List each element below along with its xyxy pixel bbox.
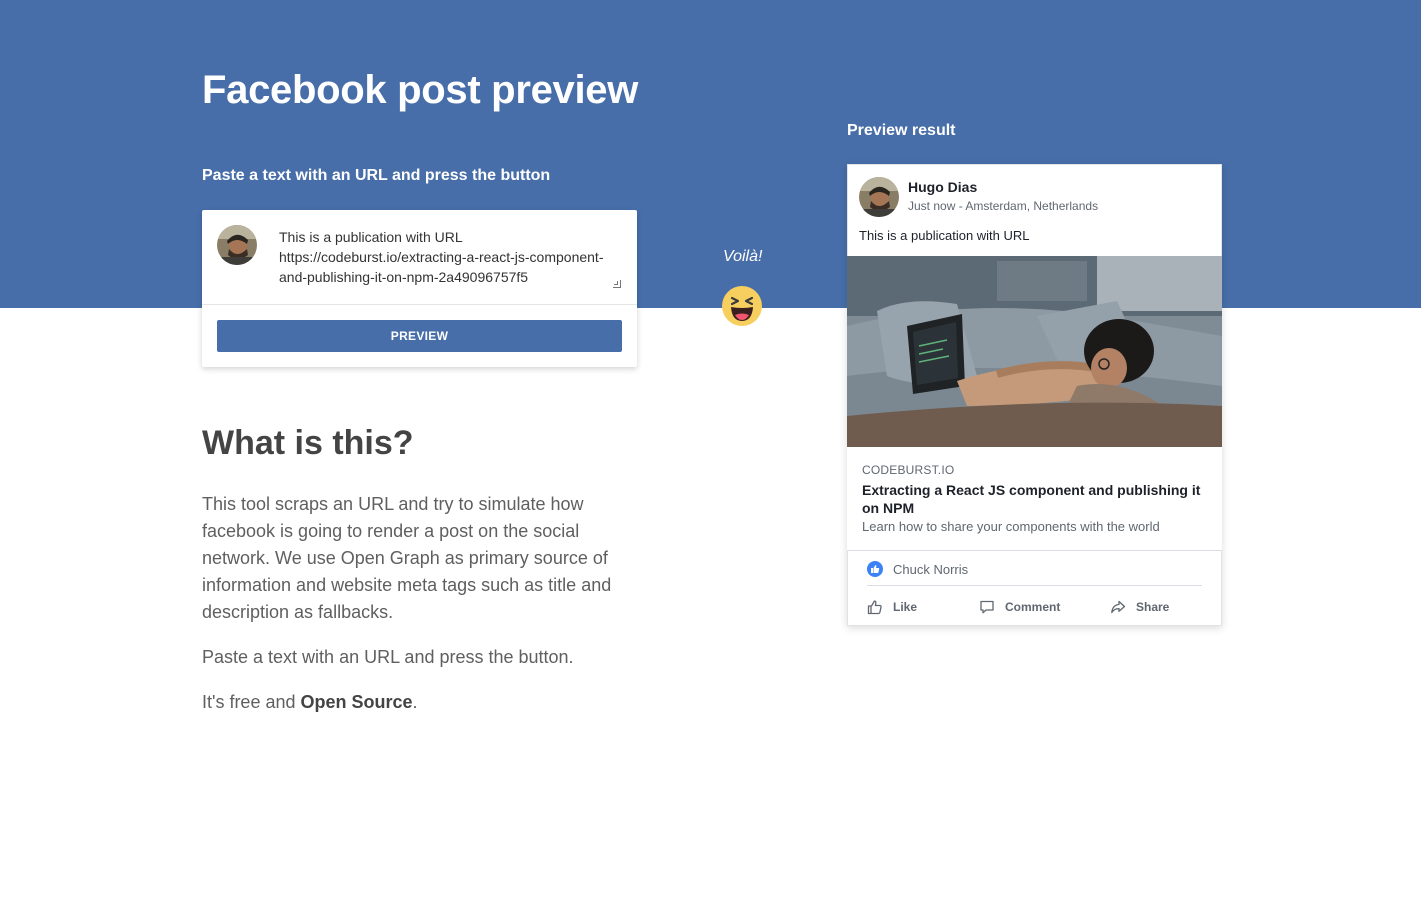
laughing-emoji-icon [722, 286, 762, 326]
open-source-link[interactable]: Open Source [301, 692, 413, 712]
likes-row[interactable]: Chuck Norris [867, 559, 968, 579]
textarea-resize-handle[interactable] [613, 280, 621, 288]
thumbs-up-icon [867, 600, 882, 615]
instructions-paragraph: Paste a text with an URL and press the b… [202, 647, 574, 667]
description-paragraph: This tool scraps an URL and try to simul… [202, 494, 612, 622]
link-description: Learn how to share your components with … [862, 519, 1160, 534]
post-text: This is a publication with URL [859, 228, 1030, 243]
preview-result-label: Preview result [847, 122, 956, 139]
link-title[interactable]: Extracting a React JS component and publ… [862, 481, 1212, 517]
actions-divider [867, 585, 1202, 586]
facebook-post-preview: Hugo Dias Just now - Amsterdam, Netherla… [847, 164, 1222, 626]
author-name[interactable]: Hugo Dias [908, 179, 977, 195]
share-icon [1111, 600, 1126, 614]
user-avatar [217, 225, 257, 265]
likes-name: Chuck Norris [893, 561, 969, 577]
like-button[interactable]: Like [867, 593, 917, 621]
comment-icon [980, 600, 994, 614]
post-meta: Just now - Amsterdam, Netherlands [908, 199, 1099, 213]
share-button[interactable]: Share [1110, 593, 1169, 621]
link-preview-image[interactable] [847, 256, 1222, 447]
instructions-subtitle: Paste a text with an URL and press the b… [202, 167, 551, 184]
author-avatar [859, 177, 899, 217]
link-preview[interactable]: CODEBURST.IO Extracting a React JS compo… [847, 447, 1222, 550]
comment-label: Comment [1005, 600, 1061, 614]
voila-label: Voilà! [723, 248, 763, 265]
post-text-input[interactable]: This is a publication with URL https://c… [279, 227, 623, 289]
share-label: Share [1136, 600, 1170, 614]
like-label: Like [893, 600, 918, 614]
page-title: Facebook post preview [202, 68, 639, 112]
like-badge-icon [867, 561, 883, 577]
open-source-prefix: It's free and [202, 692, 301, 712]
open-source-paragraph: It's free and Open Source. [202, 689, 642, 716]
comment-button[interactable]: Comment [979, 593, 1060, 621]
preview-button[interactable]: PREVIEW [217, 320, 622, 352]
input-card: This is a publication with URL https://c… [202, 210, 637, 367]
open-source-suffix: . [412, 692, 418, 712]
what-is-this-heading: What is this? [202, 424, 414, 462]
post-actions: Like Comment Share [848, 593, 1221, 621]
link-domain: CODEBURST.IO [862, 463, 955, 477]
link-divider [848, 550, 1221, 551]
input-divider [202, 304, 637, 305]
